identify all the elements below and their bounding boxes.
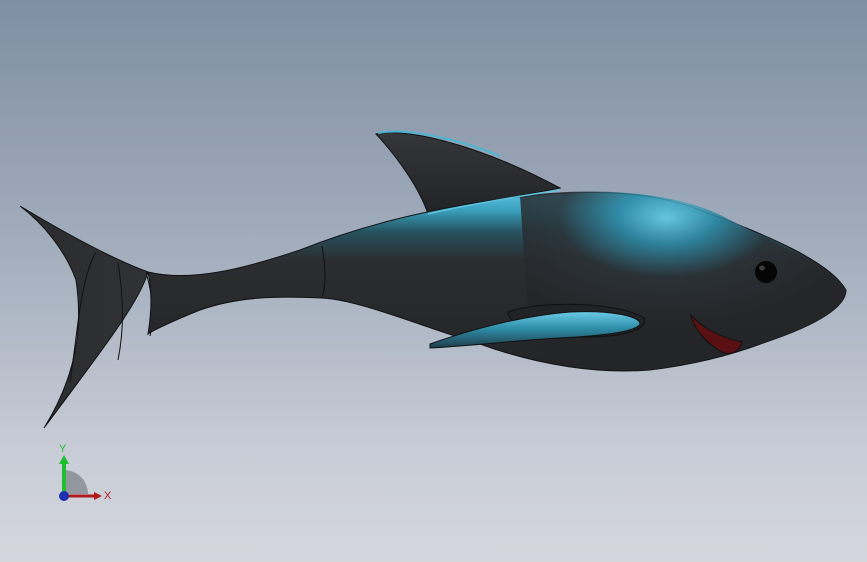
head-shading xyxy=(520,191,846,371)
y-axis-arrow xyxy=(59,455,69,464)
graphics-viewport[interactable]: Y X xyxy=(0,0,867,562)
eye[interactable] xyxy=(755,261,777,283)
triad-plane-shading xyxy=(64,470,88,494)
x-axis-label: X xyxy=(104,490,112,502)
coordinate-triad: Y X xyxy=(59,443,112,502)
z-axis-origin xyxy=(59,491,69,501)
x-axis-arrow xyxy=(94,492,102,500)
y-axis-label: Y xyxy=(59,443,67,455)
eye-highlight xyxy=(759,265,765,271)
tail-fin[interactable] xyxy=(19,205,149,429)
shark-model[interactable] xyxy=(0,0,867,562)
